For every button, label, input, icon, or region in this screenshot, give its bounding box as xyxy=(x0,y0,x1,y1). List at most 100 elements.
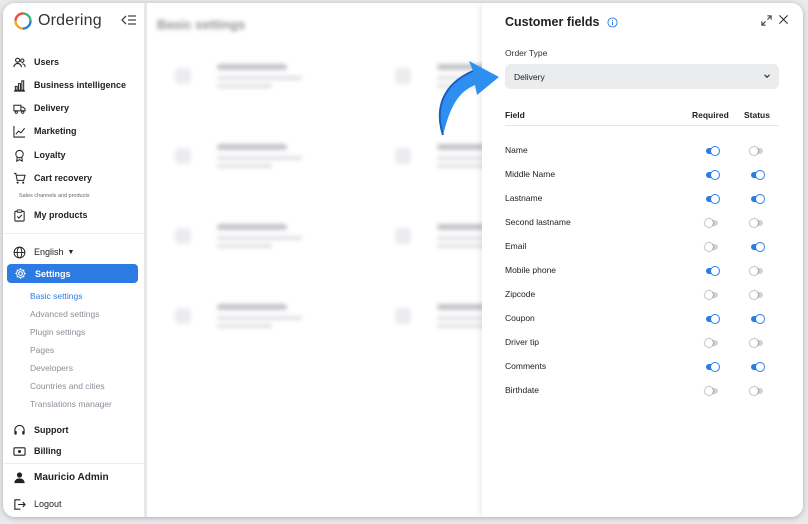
sub-item-plugin-settings[interactable]: Plugin settings xyxy=(30,327,85,337)
sidebar-item-my-products[interactable]: My products xyxy=(13,206,88,224)
sidebar-item-label: Marketing xyxy=(34,126,77,136)
sidebar-item-loyalty[interactable]: Loyalty xyxy=(13,146,66,164)
status-toggle[interactable] xyxy=(750,363,764,371)
language-label: English xyxy=(34,247,64,257)
field-name: Coupon xyxy=(505,313,535,323)
gear-icon xyxy=(15,268,26,279)
status-toggle[interactable] xyxy=(750,339,764,347)
table-row: Driver tip xyxy=(505,336,779,350)
collapse-sidebar-icon[interactable] xyxy=(121,13,137,27)
sidebar-item-label: Loyalty xyxy=(34,150,66,160)
billing-icon xyxy=(13,446,26,456)
info-icon[interactable] xyxy=(607,16,619,28)
required-toggle[interactable] xyxy=(705,339,719,347)
required-toggle[interactable] xyxy=(705,363,719,371)
required-toggle[interactable] xyxy=(705,219,719,227)
column-header-status: Status xyxy=(744,110,770,120)
required-toggle[interactable] xyxy=(705,315,719,323)
table-row: Comments xyxy=(505,360,779,374)
order-type-value: Delivery xyxy=(514,71,545,82)
status-toggle[interactable] xyxy=(750,243,764,251)
sub-item-developers[interactable]: Developers xyxy=(30,363,73,373)
sidebar-item-label: Cart recovery xyxy=(34,173,93,183)
status-toggle[interactable] xyxy=(750,147,764,155)
clipboard-icon xyxy=(14,208,25,222)
required-toggle[interactable] xyxy=(705,243,719,251)
sidebar-item-business-intelligence[interactable]: Business intelligence xyxy=(13,76,126,94)
language-selector[interactable]: English ▼ xyxy=(13,243,74,261)
sidebar-item-label: Business intelligence xyxy=(34,80,127,90)
status-toggle[interactable] xyxy=(750,387,764,395)
sub-item-pages[interactable]: Pages xyxy=(30,345,54,355)
status-toggle[interactable] xyxy=(750,291,764,299)
settings-card xyxy=(157,58,307,98)
sidebar-item-settings[interactable]: Settings xyxy=(7,264,138,283)
panel-title: Customer fields xyxy=(505,15,619,29)
sub-item-advanced-settings[interactable]: Advanced settings xyxy=(30,309,99,319)
settings-card xyxy=(157,298,307,338)
field-name: Email xyxy=(505,241,527,251)
globe-icon xyxy=(13,246,26,258)
table-row: Middle Name xyxy=(505,168,779,182)
sidebar-divider xyxy=(3,463,144,464)
page-title: Basic settings xyxy=(157,17,246,32)
section-caption: Sales channels and products xyxy=(19,193,90,199)
app-window: Ordering Users Business intelligence Del… xyxy=(3,3,803,517)
close-icon[interactable] xyxy=(778,14,789,25)
sidebar-item-support[interactable]: Support xyxy=(13,421,69,439)
sidebar-item-label: Billing xyxy=(34,446,62,456)
sub-item-countries-and-cities[interactable]: Countries and cities xyxy=(30,381,105,391)
logout-button[interactable]: Logout xyxy=(13,495,62,513)
field-name: Driver tip xyxy=(505,337,540,347)
logout-icon xyxy=(14,498,26,510)
table-row: Email xyxy=(505,240,779,254)
field-name: Comments xyxy=(505,361,547,371)
panel-title-text: Customer fields xyxy=(505,15,600,29)
sidebar-divider xyxy=(3,233,144,234)
table-row: Mobile phone xyxy=(505,264,779,278)
required-toggle[interactable] xyxy=(705,267,719,275)
status-toggle[interactable] xyxy=(750,219,764,227)
sidebar-item-delivery[interactable]: Delivery xyxy=(13,99,69,117)
sub-item-basic-settings[interactable]: Basic settings xyxy=(30,291,82,301)
required-toggle[interactable] xyxy=(705,171,719,179)
chevron-down-icon xyxy=(764,74,770,79)
sidebar-item-label: My products xyxy=(34,210,88,220)
status-toggle[interactable] xyxy=(750,267,764,275)
required-toggle[interactable] xyxy=(705,147,719,155)
expand-icon[interactable] xyxy=(761,15,772,26)
settings-card xyxy=(157,138,307,178)
sub-item-translations-manager[interactable]: Translations manager xyxy=(30,399,112,409)
annotation-arrow-icon xyxy=(438,61,499,136)
required-toggle[interactable] xyxy=(705,291,719,299)
order-type-select[interactable]: Delivery xyxy=(505,64,779,89)
required-toggle[interactable] xyxy=(705,195,719,203)
required-toggle[interactable] xyxy=(705,387,719,395)
cart-icon xyxy=(13,172,26,184)
ordering-logo-icon xyxy=(14,12,32,30)
table-row: Second lastname xyxy=(505,216,779,230)
field-name: Lastname xyxy=(505,193,543,203)
status-toggle[interactable] xyxy=(750,315,764,323)
status-toggle[interactable] xyxy=(750,195,764,203)
sidebar-item-users[interactable]: Users xyxy=(13,53,59,71)
table-row: Zipcode xyxy=(505,288,779,302)
sidebar-item-cart-recovery[interactable]: Cart recovery xyxy=(13,169,92,187)
user-profile[interactable]: Mauricio Admin xyxy=(13,471,109,484)
table-header-divider xyxy=(505,125,779,126)
field-name: Zipcode xyxy=(505,289,536,299)
sidebar-item-billing[interactable]: Billing xyxy=(13,442,62,460)
column-header-field: Field xyxy=(505,110,525,120)
user-name: Mauricio Admin xyxy=(34,472,109,483)
order-type-label: Order Type xyxy=(505,48,548,58)
status-toggle[interactable] xyxy=(750,171,764,179)
bar-chart-icon xyxy=(13,79,26,92)
app-name: Ordering xyxy=(38,12,102,29)
field-name: Middle Name xyxy=(505,169,556,179)
table-row: Name xyxy=(505,144,779,158)
table-row: Birthdate xyxy=(505,384,779,398)
field-name: Second lastname xyxy=(505,217,571,227)
sidebar-item-marketing[interactable]: Marketing xyxy=(13,122,77,140)
sidebar-item-label: Support xyxy=(34,425,69,435)
customer-fields-panel: Customer fields Order Type Delivery Fiel… xyxy=(482,3,803,517)
